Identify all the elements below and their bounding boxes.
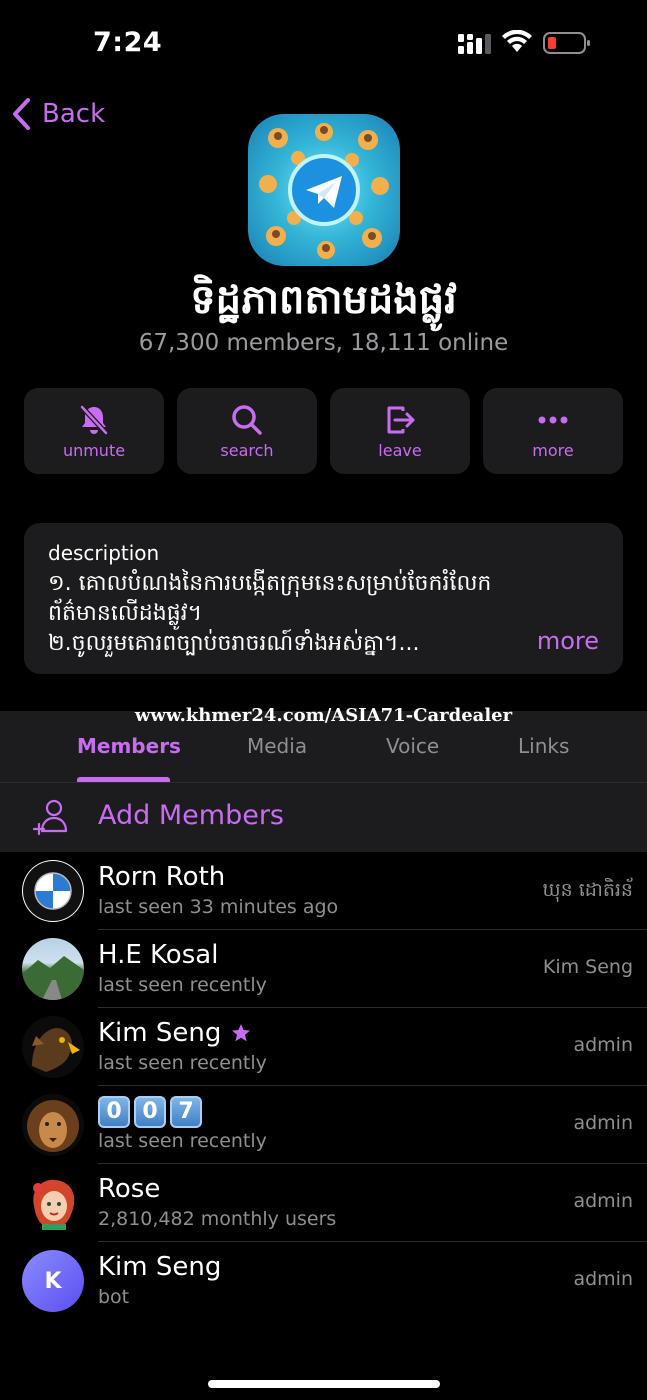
avatar: [22, 938, 84, 1000]
lion-photo-icon: [27, 1100, 79, 1152]
bell-slash-icon: [80, 404, 108, 435]
member-status: last seen recently: [98, 1052, 267, 1074]
keycap-digit: 0: [134, 1096, 166, 1128]
tab-members[interactable]: Members: [77, 734, 181, 758]
list-item[interactable]: 0 0 7 last seen recently admin: [0, 1086, 647, 1164]
telegram-logo-icon: [259, 123, 389, 259]
leave-button[interactable]: leave: [330, 388, 470, 474]
status-time: 7:24: [93, 27, 163, 58]
tab-bar: Members Media Voice Links: [0, 720, 647, 782]
wifi-icon: [502, 30, 532, 52]
avatar: [22, 1094, 84, 1156]
member-status: bot: [98, 1286, 130, 1308]
search-button[interactable]: search: [177, 388, 317, 474]
status-bar: 7:24: [0, 0, 647, 88]
back-label: Back: [42, 99, 106, 129]
member-status: last seen recently: [98, 974, 267, 996]
member-name: Rorn Roth: [98, 862, 226, 892]
member-status: last seen recently: [98, 1130, 267, 1152]
avatar: [22, 1172, 84, 1234]
member-name: Kim Seng: [98, 1252, 222, 1282]
back-button[interactable]: Back: [10, 96, 105, 132]
member-name: Kim Seng: [98, 1018, 251, 1048]
member-role: admin: [573, 1034, 633, 1056]
home-indicator: [208, 1380, 440, 1388]
description-label: description: [48, 541, 160, 565]
list-item[interactable]: H.E Kosal last seen recently Kim Seng: [0, 930, 647, 1008]
member-role: admin: [573, 1112, 633, 1134]
keycap-digit: 7: [170, 1096, 202, 1128]
member-name: H.E Kosal: [98, 940, 219, 970]
avatar: [22, 1016, 84, 1078]
cellular-signal-icon: [458, 34, 491, 54]
description-card: description ១. គោលបំណងនៃការបង្កើតក្រុមនេ…: [24, 523, 623, 674]
unmute-label: unmute: [62, 440, 126, 460]
member-name: Rose: [98, 1174, 161, 1204]
list-item[interactable]: Kim Seng last seen recently admin: [0, 1008, 647, 1086]
unmute-button[interactable]: unmute: [24, 388, 164, 474]
list-item[interactable]: Rorn Roth last seen 33 minutes ago ឃុន ដ…: [0, 852, 647, 930]
avatar-initial: K: [44, 1268, 62, 1294]
add-members-label: Add Members: [98, 800, 284, 831]
landscape-photo-icon: [22, 956, 84, 1000]
battery-icon: [543, 32, 590, 54]
member-status: last seen 33 minutes ago: [98, 896, 339, 918]
list-item[interactable]: K Kim Seng bot admin: [0, 1242, 647, 1320]
chevron-left-icon: [13, 98, 30, 130]
leave-icon: [387, 406, 415, 433]
avatar: K: [22, 1250, 84, 1312]
avatar: [22, 860, 84, 922]
members-list: Rorn Roth last seen 33 minutes ago ឃុន ដ…: [0, 852, 647, 1400]
group-title: ទិដ្ឋភាពតាមដងផ្លូវ: [190, 277, 457, 323]
more-dots-icon: [538, 416, 568, 423]
eagle-photo-icon: [32, 1028, 80, 1072]
search-icon: [232, 404, 262, 435]
premium-star-icon: [232, 1024, 251, 1042]
more-label: more: [532, 440, 574, 460]
group-member-count: 67,300 members, 18,111 online: [138, 330, 509, 356]
add-user-icon: [32, 799, 68, 836]
more-button[interactable]: more: [483, 388, 623, 474]
action-bar: unmute search leave more: [24, 388, 623, 474]
tab-media[interactable]: Media: [247, 734, 307, 758]
search-label: search: [220, 440, 274, 460]
tab-links[interactable]: Links: [518, 734, 569, 758]
tab-voice[interactable]: Voice: [386, 734, 439, 758]
add-members-button[interactable]: Add Members: [0, 783, 647, 851]
rose-cartoon-icon: [33, 1179, 75, 1230]
member-role: admin: [573, 1268, 633, 1290]
bmw-logo-icon: [23, 861, 83, 921]
member-role: admin: [573, 1190, 633, 1212]
leave-label: leave: [378, 440, 422, 460]
member-status: 2,810,482 monthly users: [98, 1208, 337, 1230]
member-role: Kim Seng: [542, 956, 633, 978]
group-avatar[interactable]: [248, 114, 400, 266]
list-item[interactable]: Rose 2,810,482 monthly users admin: [0, 1164, 647, 1242]
description-more-link[interactable]: more: [537, 627, 599, 655]
member-role: ឃុន ដោតិរន័: [542, 879, 633, 901]
keycap-digit: 0: [98, 1096, 130, 1128]
member-name: 0 0 7: [98, 1096, 206, 1128]
description-text: ១. គោលបំណងនៃការបង្កើតក្រុមនេះសម្រាប់ចែករ…: [48, 571, 492, 656]
member-name-text: Kim Seng: [98, 1018, 222, 1048]
